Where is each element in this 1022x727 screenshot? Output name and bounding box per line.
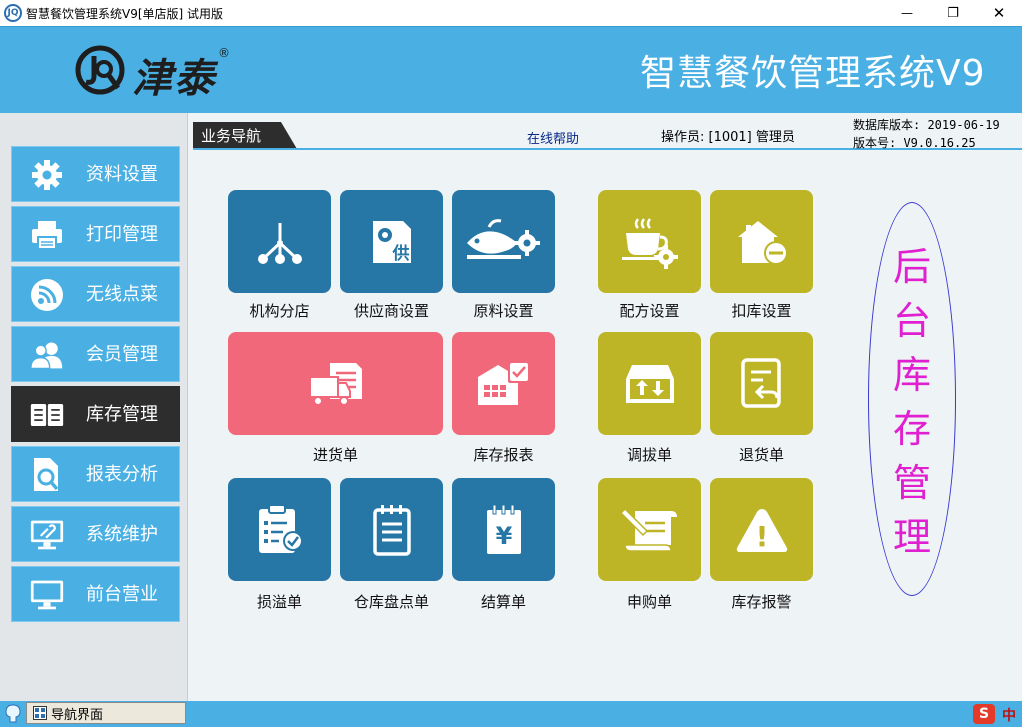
sidebar-item-label: 会员管理 — [86, 344, 158, 365]
database-version: 数据库版本: 2019-06-19 — [853, 118, 1000, 132]
ime-logo-icon[interactable]: S — [973, 704, 995, 724]
maximize-icon: ❐ — [947, 5, 959, 21]
operator-info: 操作员: [1001] 管理员 — [661, 130, 795, 145]
cup-gear-icon — [621, 217, 678, 269]
tile-return-order[interactable] — [710, 332, 813, 435]
tile-requisition-order[interactable] — [598, 478, 701, 581]
org-tree-icon — [257, 222, 302, 264]
tile-inventory-alert[interactable]: ! — [710, 478, 813, 581]
app-tray-icon[interactable] — [4, 703, 22, 723]
tile-supplier-settings[interactable]: 供 — [340, 190, 443, 293]
return-doc-icon — [740, 357, 781, 408]
section-title: 后 台 库 存 管 理 — [868, 240, 956, 564]
monitor-settings-icon — [30, 519, 64, 551]
tile-loss-gain-order[interactable] — [228, 478, 331, 581]
section-title-char: 管 — [892, 461, 931, 505]
tile-raw-material-settings[interactable] — [452, 190, 555, 293]
svg-text:¥: ¥ — [495, 522, 512, 550]
tile-recipe-settings[interactable] — [598, 190, 701, 293]
supplier-icon: 供 — [372, 220, 411, 264]
section-title-char: 存 — [892, 407, 931, 451]
sidebar-item-label: 资料设置 — [86, 164, 158, 185]
tab-business-navigation: 业务导航 — [201, 127, 262, 145]
gear-icon — [30, 159, 64, 191]
book-icon — [30, 399, 64, 431]
sidebar-item-maintenance[interactable]: 系统维护 — [11, 506, 180, 562]
svg-text:供: 供 — [391, 243, 409, 264]
maximize-button[interactable]: ❐ — [930, 0, 976, 26]
tile-branch-org[interactable] — [228, 190, 331, 293]
tile-label: 配方设置 — [619, 302, 680, 320]
yen-doc-icon: ¥ — [486, 504, 521, 554]
tile-label: 扣库设置 — [731, 302, 792, 320]
sidebar-item-members[interactable]: 会员管理 — [11, 326, 180, 382]
grid-window-icon — [33, 706, 47, 720]
monitor-icon — [30, 579, 64, 611]
fish-gear-icon — [466, 218, 540, 259]
tile-label: 结算单 — [480, 593, 526, 611]
tile-label: 调拔单 — [626, 446, 672, 464]
sidebar-item-label: 打印管理 — [86, 224, 158, 245]
transfer-box-icon — [625, 364, 674, 403]
app-version: 版本号: V9.0.16.25 — [853, 136, 976, 150]
users-icon — [30, 339, 64, 371]
tile-inventory-report[interactable] — [452, 332, 555, 435]
tile-label: 原料设置 — [473, 302, 534, 320]
tile-purchase-order[interactable] — [228, 332, 443, 435]
sidebar-item-label: 系统维护 — [86, 524, 158, 545]
sidebar-item-label: 前台营业 — [86, 584, 158, 605]
section-title-char: 库 — [892, 353, 931, 397]
sidebar-item-label: 报表分析 — [86, 464, 158, 485]
clipboard-check-icon — [258, 503, 303, 553]
report-search-icon — [30, 458, 64, 491]
warning-icon: ! — [736, 508, 787, 553]
section-title-char: 台 — [892, 299, 931, 343]
sidebar-item-data-settings[interactable]: 资料设置 — [11, 146, 180, 202]
section-title-char: 后 — [892, 245, 931, 289]
notepad-icon — [372, 504, 411, 556]
tile-label: 机构分店 — [249, 302, 310, 320]
printer-icon — [30, 219, 64, 251]
window-title: 智慧餐饮管理系统V9[单店版] 试用版 — [26, 7, 224, 21]
tile-transfer-order[interactable] — [598, 332, 701, 435]
section-title-char: 理 — [892, 515, 931, 559]
house-minus-icon — [737, 220, 788, 265]
tile-label: 申购单 — [626, 593, 672, 611]
close-icon: ✕ — [992, 4, 1006, 22]
wifi-icon — [30, 279, 64, 311]
svg-text:!: ! — [755, 520, 768, 553]
app-icon: JQ — [4, 4, 22, 22]
brand-logo-icon — [75, 45, 125, 95]
scroll-pen-icon — [620, 507, 677, 552]
tile-label: 库存报警 — [731, 593, 792, 611]
tile-label: 退货单 — [738, 446, 784, 464]
minimize-icon: — — [901, 6, 913, 20]
online-help-link[interactable]: 在线帮助 — [527, 128, 579, 147]
task-button-navigation[interactable]: 导航界面 — [26, 702, 186, 724]
sidebar-item-frontdesk[interactable]: 前台营业 — [11, 566, 180, 622]
tile-label: 损溢单 — [256, 593, 302, 611]
minimize-button[interactable]: — — [884, 0, 930, 26]
tile-deduction-settings[interactable] — [710, 190, 813, 293]
sidebar-item-wireless-order[interactable]: 无线点菜 — [11, 266, 180, 322]
task-button-label: 导航界面 — [51, 707, 104, 723]
tile-label: 进货单 — [312, 446, 358, 464]
brand-name: 津泰 — [132, 55, 216, 102]
close-button[interactable]: ✕ — [976, 0, 1022, 26]
system-title: 智慧餐饮管理系统V9 — [640, 53, 986, 94]
tile-label: 仓库盘点单 — [353, 593, 429, 611]
truck-doc-icon — [308, 362, 362, 406]
sidebar-item-label: 无线点菜 — [86, 284, 158, 305]
sidebar-item-print[interactable]: 打印管理 — [11, 206, 180, 262]
tile-label: 供应商设置 — [353, 302, 429, 320]
tile-stocktake-order[interactable] — [340, 478, 443, 581]
registered-mark: ® — [218, 46, 230, 60]
ime-language-indicator[interactable]: 中 — [1002, 705, 1016, 725]
warehouse-report-icon — [477, 360, 530, 405]
sidebar-item-label: 库存管理 — [86, 404, 158, 425]
tile-settlement-order[interactable]: ¥ — [452, 478, 555, 581]
sidebar-item-inventory[interactable]: 库存管理 — [11, 386, 180, 442]
tile-label: 库存报表 — [473, 446, 534, 464]
sidebar-item-reports[interactable]: 报表分析 — [11, 446, 180, 502]
